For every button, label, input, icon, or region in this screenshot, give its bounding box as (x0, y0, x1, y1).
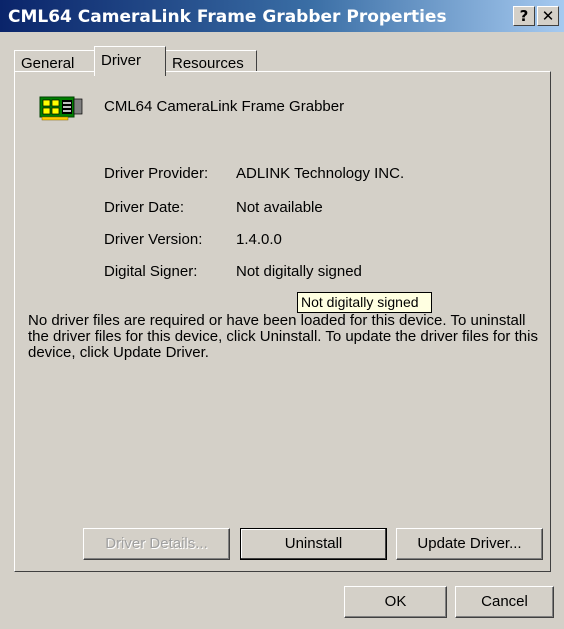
provider-value: ADLINK Technology INC. (236, 165, 405, 182)
ok-button[interactable]: OK (344, 586, 447, 618)
tab-driver[interactable]: Driver (94, 46, 166, 76)
circuit-board-icon (39, 96, 83, 121)
uninstall-button[interactable]: Uninstall (240, 528, 387, 560)
driver-description: No driver files are required or have bee… (28, 312, 538, 361)
update-driver-button[interactable]: Update Driver... (396, 528, 543, 560)
cancel-button[interactable]: Cancel (455, 586, 554, 618)
date-label: Driver Date: (104, 199, 185, 216)
signer-label: Digital Signer: (104, 263, 198, 280)
version-label: Driver Version: (104, 231, 203, 248)
tab-resources[interactable]: Resources (165, 50, 257, 72)
date-value: Not available (236, 199, 323, 216)
version-value: 1.4.0.0 (236, 231, 282, 248)
close-button[interactable]: ✕ (537, 6, 559, 26)
signer-tooltip: Not digitally signed (297, 292, 432, 313)
driver-details-button[interactable]: Driver Details... (83, 528, 230, 560)
properties-window: CML64 CameraLink Frame Grabber Propertie… (0, 0, 564, 629)
signer-value: Not digitally signed (236, 263, 362, 280)
provider-label: Driver Provider: (104, 165, 209, 182)
tab-general[interactable]: General (14, 50, 96, 72)
title-bar[interactable]: CML64 CameraLink Frame Grabber Propertie… (0, 0, 564, 32)
window-title: CML64 CameraLink Frame Grabber Propertie… (8, 7, 447, 27)
device-name: CML64 CameraLink Frame Grabber (104, 98, 345, 115)
help-button[interactable]: ? (513, 6, 535, 26)
